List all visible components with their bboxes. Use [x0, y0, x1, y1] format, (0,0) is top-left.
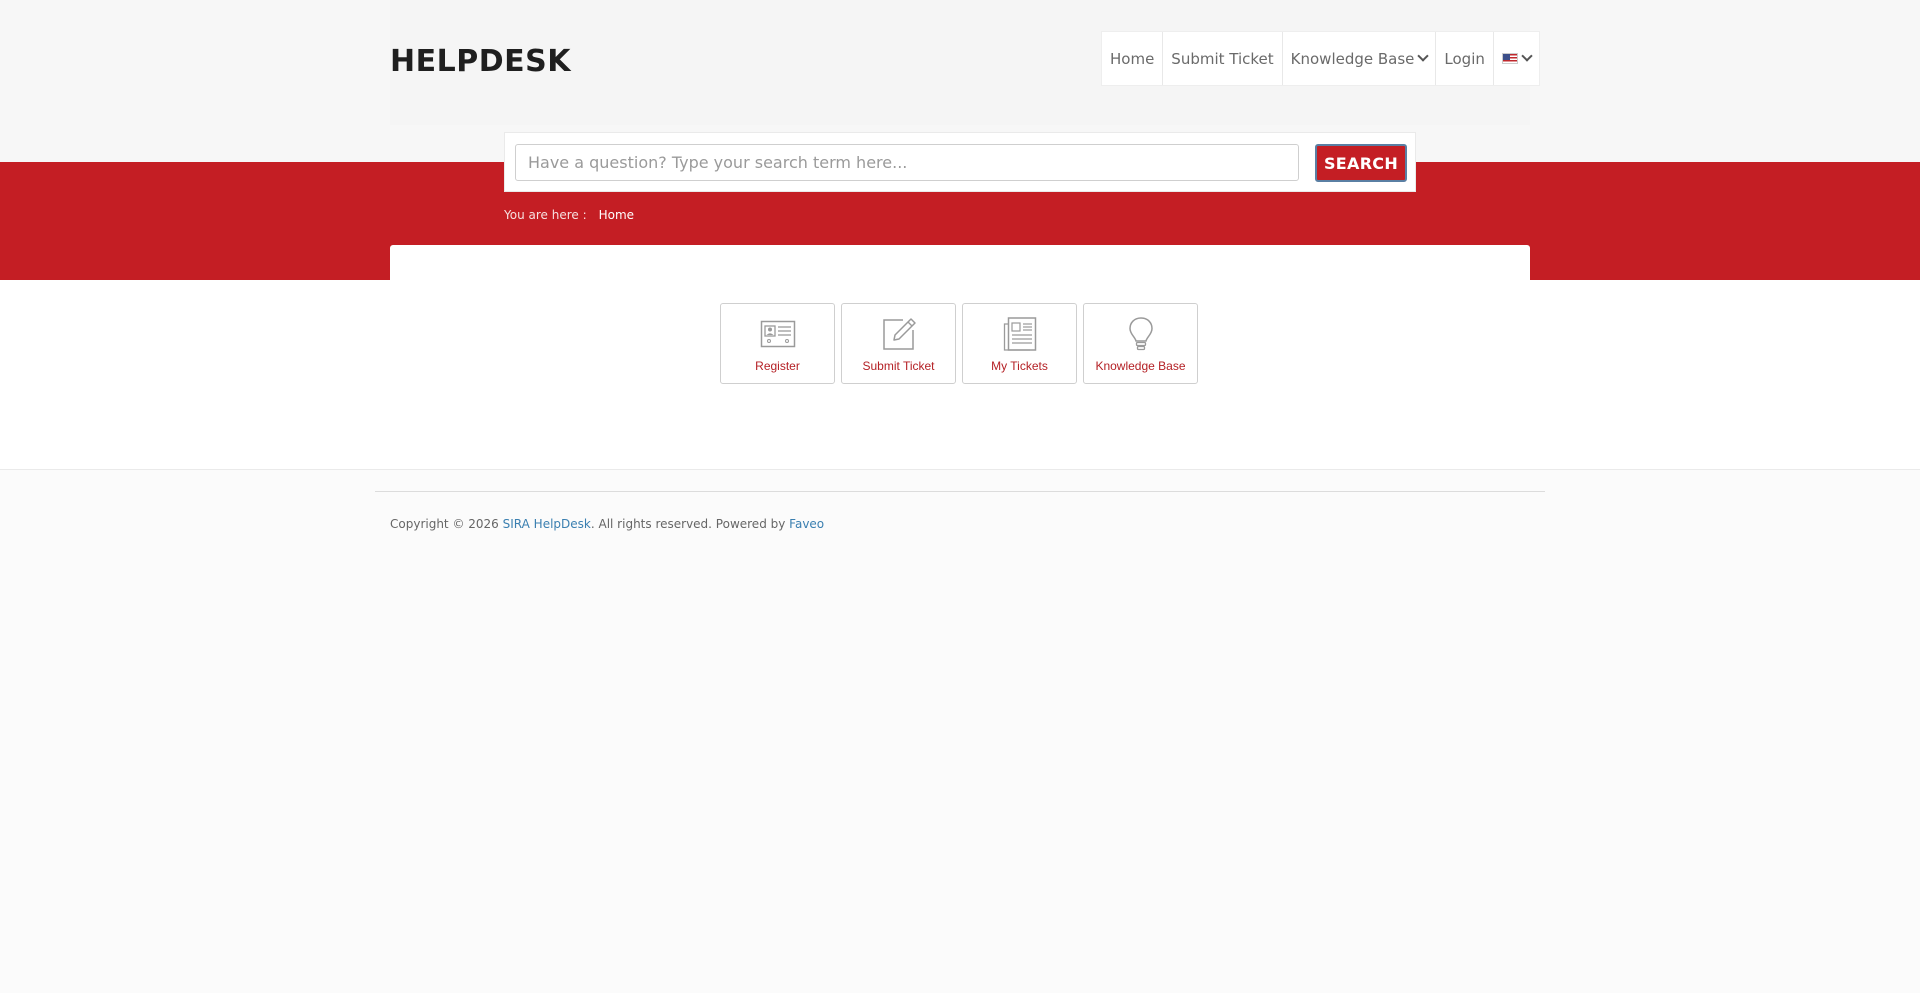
- my-tickets-tile[interactable]: My Tickets: [962, 303, 1077, 384]
- nav-login-label: Login: [1444, 49, 1485, 68]
- document-list-icon: [1003, 317, 1036, 351]
- company-link[interactable]: SIRA HelpDesk: [503, 517, 591, 531]
- nav-home[interactable]: Home: [1102, 32, 1164, 85]
- footer-divider: [375, 491, 1545, 492]
- nav-knowledge-base[interactable]: Knowledge Base: [1283, 32, 1437, 85]
- nav-login[interactable]: Login: [1436, 32, 1494, 85]
- nav-submit-ticket-label: Submit Ticket: [1171, 49, 1274, 68]
- edit-icon: [882, 318, 916, 350]
- language-selector[interactable]: [1494, 32, 1539, 85]
- rights-text: . All rights reserved. Powered by: [590, 517, 786, 531]
- main-navigation: Home Submit Ticket Knowledge Base Login: [1101, 31, 1540, 86]
- search-input[interactable]: [515, 144, 1299, 181]
- my-tickets-label: My Tickets: [991, 359, 1048, 373]
- content-card-top: [390, 245, 1530, 280]
- id-card-icon: [760, 320, 795, 348]
- submit-ticket-tile[interactable]: Submit Ticket: [841, 303, 956, 384]
- faveo-link[interactable]: Faveo: [789, 517, 824, 531]
- register-tile[interactable]: Register: [720, 303, 835, 384]
- copyright-text: Copyright © 2026: [390, 517, 499, 531]
- breadcrumb-label: You are here :: [504, 208, 587, 222]
- nav-knowledge-base-label: Knowledge Base: [1290, 49, 1415, 68]
- nav-home-label: Home: [1110, 49, 1155, 68]
- register-label: Register: [755, 359, 800, 373]
- submit-ticket-label: Submit Ticket: [862, 359, 935, 373]
- chevron-down-icon: [1521, 50, 1533, 62]
- site-logo[interactable]: HELPDESK: [390, 44, 571, 80]
- breadcrumb-home-link[interactable]: Home: [599, 208, 634, 222]
- us-flag-icon: [1501, 53, 1518, 64]
- lightbulb-icon: [1128, 317, 1153, 351]
- search-form: SEARCH: [504, 132, 1416, 192]
- nav-submit-ticket[interactable]: Submit Ticket: [1163, 32, 1283, 85]
- chevron-down-icon: [1417, 50, 1430, 62]
- footer-copyright: Copyright © 2026 SIRA HelpDesk. All righ…: [390, 517, 824, 531]
- search-button[interactable]: SEARCH: [1315, 144, 1407, 182]
- quick-links: Register Submit Ticket My Tickets Knowle…: [720, 303, 1198, 384]
- breadcrumb: You are here : Home: [504, 208, 634, 222]
- knowledge-base-label: Knowledge Base: [1095, 359, 1186, 373]
- knowledge-base-tile[interactable]: Knowledge Base: [1083, 303, 1198, 384]
